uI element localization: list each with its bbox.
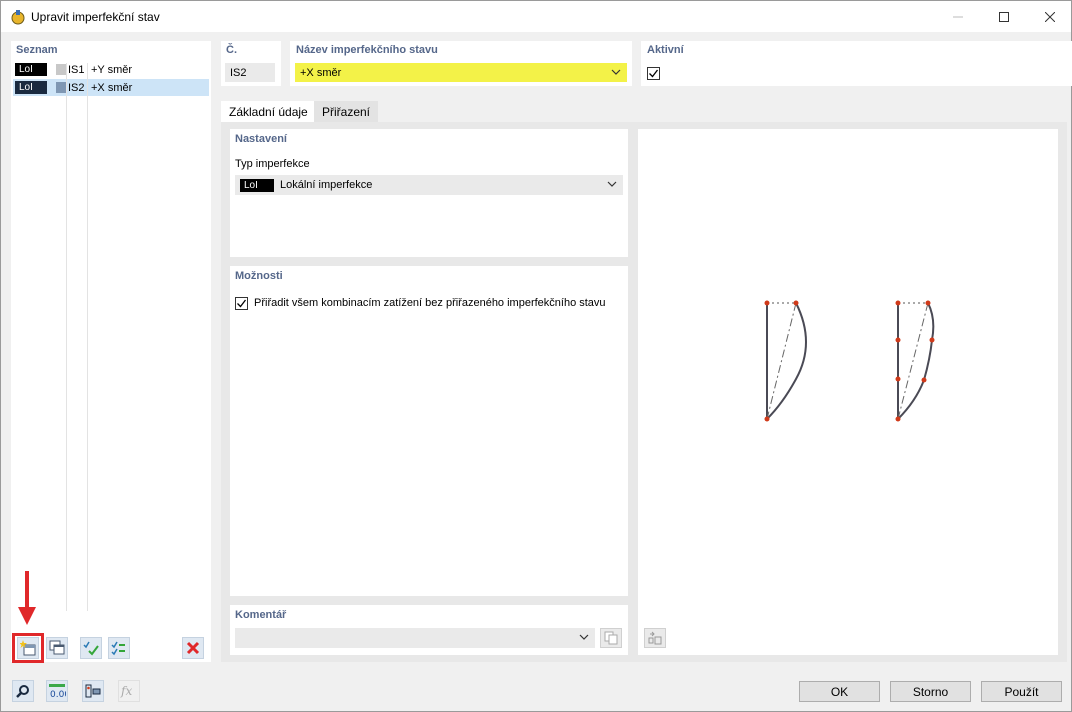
list-item-is1[interactable]: LoI IS1 +Y směr (13, 61, 209, 78)
svg-text:0.00: 0.00 (50, 690, 66, 698)
comment-section: Komentář (230, 605, 628, 655)
decimal-places-icon: 0.00 (49, 684, 66, 698)
type-badge: LoI (240, 178, 274, 192)
maximize-icon (999, 11, 1009, 22)
name-combobox[interactable]: +X směr (295, 63, 627, 82)
name-panel: Název imperfekčního stavu +X směr (290, 41, 632, 86)
list-item-badge: LoI (15, 63, 47, 76)
options-section: Možnosti Přiřadit všem kombinacím zatíže… (230, 266, 628, 596)
name-label: Název imperfekčního stavu (296, 44, 438, 56)
segmented-curve-diagram (895, 300, 935, 422)
checkmark-icon (237, 299, 247, 308)
delete-item-button[interactable] (182, 637, 204, 659)
comment-title: Komentář (235, 609, 287, 621)
chevron-down-icon (607, 181, 617, 187)
active-checkbox[interactable] (647, 67, 660, 80)
options-title: Možnosti (235, 270, 283, 282)
model-view-button[interactable] (82, 680, 104, 702)
search-button[interactable] (12, 680, 34, 702)
list-item-is2[interactable]: LoI IS2 +X směr (13, 79, 209, 96)
copy-windows-icon (49, 640, 65, 655)
list-item-code: IS2 (68, 81, 85, 94)
units-button[interactable]: 0.00 (46, 680, 68, 702)
imperfection-type-label: Typ imperfekce (235, 158, 310, 170)
minimize-button[interactable] (935, 1, 981, 32)
function-icon: fx (120, 684, 132, 698)
list-panel: Seznam LoI IS1 +Y směr LoI IS2 +X směr (11, 41, 211, 662)
app-icon (11, 10, 25, 25)
svg-text:fx: fx (120, 684, 132, 698)
minimize-icon (953, 16, 963, 17)
imperfection-type-combobox[interactable]: LoI Lokální imperfekce (235, 175, 623, 195)
list-title: Seznam (16, 44, 58, 56)
toggle-check-icon (111, 641, 125, 656)
assign-all-label: Přiřadit všem kombinacím zatížení bez př… (254, 297, 606, 309)
number-label: Č. (226, 44, 237, 56)
preview-options-button[interactable] (644, 628, 666, 648)
formula-button[interactable]: fx (118, 680, 140, 702)
type-value: Lokální imperfekce (280, 179, 373, 191)
delete-x-icon (186, 641, 200, 655)
close-icon (1045, 11, 1055, 22)
active-label: Aktivní (647, 44, 684, 56)
window-title: Upravit imperfekční stav (31, 10, 160, 24)
number-field[interactable]: IS2 (225, 63, 275, 82)
settings-section: Nastavení Typ imperfekce LoI Lokální imp… (230, 129, 628, 257)
title-bar: Upravit imperfekční stav (1, 1, 1071, 32)
imperfection-diagram (764, 300, 935, 422)
annotation-arrow-head (18, 607, 36, 625)
cancel-button[interactable]: Storno (890, 681, 971, 702)
close-button[interactable] (1027, 1, 1072, 32)
tab-basic-data[interactable]: Základní údaje (221, 101, 316, 123)
preview-panel (638, 129, 1058, 655)
chevron-down-icon (579, 634, 589, 640)
checkmark-icon (649, 69, 659, 78)
list-item-name: +X směr (91, 81, 133, 94)
copy-icon (604, 631, 618, 645)
tab-assignment[interactable]: Přiřazení (314, 101, 379, 123)
column-divider (66, 63, 67, 611)
check-all-icon (83, 641, 99, 656)
list-item-badge: LoI (15, 81, 47, 94)
annotation-arrow-shaft (25, 571, 29, 611)
copy-item-button[interactable] (46, 637, 68, 659)
comment-library-button[interactable] (600, 628, 622, 648)
ok-button[interactable]: OK (799, 681, 880, 702)
assign-all-checkbox[interactable] (235, 297, 248, 310)
single-curve-diagram (764, 300, 807, 422)
column-divider (87, 63, 88, 611)
comment-combobox[interactable] (235, 628, 595, 648)
chevron-down-icon (611, 69, 621, 75)
maximize-button[interactable] (981, 1, 1027, 32)
list-item-name: +Y směr (91, 63, 133, 76)
swap-icon (648, 631, 662, 645)
active-panel: Aktivní (641, 41, 1072, 86)
number-panel: Č. IS2 (221, 41, 281, 86)
annotation-highlight (12, 633, 44, 663)
search-icon (16, 685, 29, 698)
dialog-window: Upravit imperfekční stav Seznam LoI IS1 … (0, 0, 1072, 712)
list-item-code: IS1 (68, 63, 85, 76)
settings-title: Nastavení (235, 133, 287, 145)
apply-button[interactable]: Použít (981, 681, 1062, 702)
toggle-check-button[interactable] (108, 637, 130, 659)
model-settings-icon (85, 684, 101, 698)
name-value: +X směr (300, 66, 342, 79)
check-all-button[interactable] (80, 637, 102, 659)
